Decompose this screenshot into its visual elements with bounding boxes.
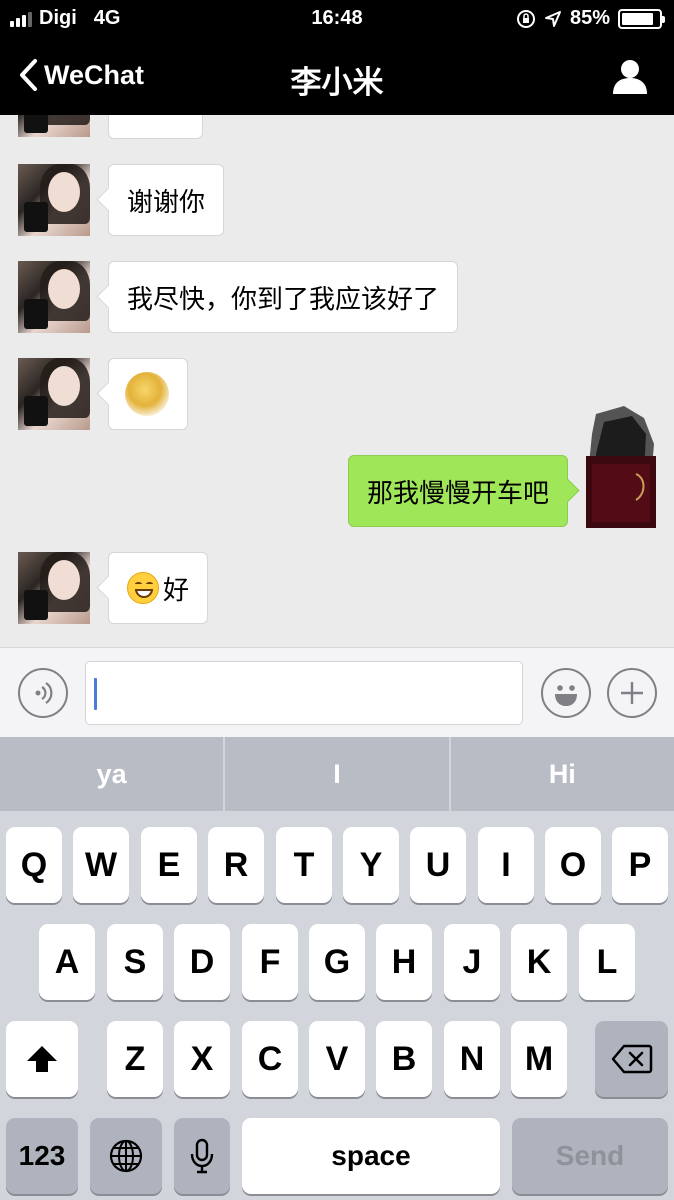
battery-percent: 85% xyxy=(569,7,610,29)
key-y[interactable]: Y xyxy=(343,827,399,903)
suggestion-3[interactable]: Hi xyxy=(448,737,674,811)
key-s[interactable]: S xyxy=(107,924,163,1000)
status-bar: Digi 4G 16:48 85% xyxy=(0,0,674,38)
contact-avatar[interactable] xyxy=(18,115,90,137)
key-v[interactable]: V xyxy=(309,1021,365,1097)
key-b[interactable]: B xyxy=(376,1021,432,1097)
key-n[interactable]: N xyxy=(444,1021,500,1097)
keyboard: ya I Hi Q W E R T Y U I O P A S D F G H … xyxy=(0,737,674,1200)
key-j[interactable]: J xyxy=(444,924,500,1000)
message-bubble[interactable] xyxy=(108,115,203,139)
contact-profile-icon[interactable] xyxy=(610,56,650,96)
voice-waves-icon xyxy=(35,682,53,704)
key-a[interactable]: A xyxy=(39,924,95,1000)
voice-input-button[interactable] xyxy=(18,668,68,718)
send-key[interactable]: Send xyxy=(512,1118,668,1194)
message-bubble[interactable]: 谢谢你 xyxy=(108,164,225,236)
dictation-key[interactable] xyxy=(174,1118,230,1194)
key-r[interactable]: R xyxy=(208,827,264,903)
globe-icon xyxy=(109,1139,143,1173)
numbers-key[interactable]: 123 xyxy=(6,1118,78,1194)
composer-bar xyxy=(0,647,674,737)
key-d[interactable]: D xyxy=(174,924,230,1000)
key-k[interactable]: K xyxy=(511,924,567,1000)
plus-icon xyxy=(621,682,643,704)
self-avatar[interactable] xyxy=(584,404,658,528)
key-g[interactable]: G xyxy=(309,924,365,1000)
key-q[interactable]: Q xyxy=(6,827,62,903)
delete-key[interactable] xyxy=(595,1021,668,1097)
key-x[interactable]: X xyxy=(174,1021,230,1097)
smiley-icon xyxy=(555,685,577,706)
key-m[interactable]: M xyxy=(511,1021,567,1097)
orientation-lock-icon xyxy=(516,9,535,28)
microphone-icon xyxy=(190,1138,214,1174)
key-l[interactable]: L xyxy=(579,924,635,1000)
grinning-face-emoji-icon xyxy=(127,572,159,604)
contact-avatar[interactable] xyxy=(18,358,90,430)
location-arrow-icon xyxy=(544,10,561,27)
globe-key[interactable] xyxy=(90,1118,162,1194)
outgoing-message-bubble[interactable]: 那我慢慢开车吧 xyxy=(347,455,568,527)
key-e[interactable]: E xyxy=(141,827,197,903)
key-i[interactable]: I xyxy=(478,827,534,903)
emoji-button[interactable] xyxy=(541,668,591,718)
message-text: 好 xyxy=(163,574,190,605)
message-bubble[interactable]: 好 xyxy=(108,552,209,624)
key-t[interactable]: T xyxy=(276,827,332,903)
contact-avatar[interactable] xyxy=(18,261,90,333)
sticker-message[interactable] xyxy=(108,358,188,430)
key-u[interactable]: U xyxy=(410,827,466,903)
key-f[interactable]: F xyxy=(242,924,298,1000)
key-z[interactable]: Z xyxy=(107,1021,163,1097)
predictive-bar: ya I Hi xyxy=(0,737,674,811)
battery-icon xyxy=(618,8,665,29)
key-w[interactable]: W xyxy=(73,827,129,903)
message-text: 谢谢你 xyxy=(127,186,206,217)
message-text: 那我慢慢开车吧 xyxy=(366,477,549,508)
key-h[interactable]: H xyxy=(376,924,432,1000)
space-key[interactable]: space xyxy=(242,1118,500,1194)
send-label: Send xyxy=(555,1140,625,1171)
message-input[interactable] xyxy=(85,661,523,725)
contact-avatar[interactable] xyxy=(18,552,90,624)
shift-arrow-icon xyxy=(27,1046,57,1072)
backspace-icon xyxy=(611,1044,652,1074)
contact-avatar[interactable] xyxy=(18,164,90,236)
more-options-button[interactable] xyxy=(607,668,657,718)
shift-key[interactable] xyxy=(6,1021,78,1097)
chat-header: WeChat 李小米 xyxy=(0,38,674,115)
key-p[interactable]: P xyxy=(612,827,668,903)
suggestion-1[interactable]: ya xyxy=(0,737,223,811)
gold-glitter-sticker-icon xyxy=(125,372,169,416)
suggestion-2[interactable]: I xyxy=(223,737,448,811)
message-bubble[interactable]: 我尽快，你到了我应该好了 xyxy=(108,261,459,333)
key-c[interactable]: C xyxy=(242,1021,298,1097)
text-cursor xyxy=(94,678,97,710)
message-text: 我尽快，你到了我应该好了 xyxy=(127,283,440,314)
page-title: 李小米 xyxy=(290,65,384,100)
key-o[interactable]: O xyxy=(545,827,601,903)
message-list[interactable]: 谢谢你 我尽快，你到了我应该好了 那我慢慢开车吧 好 xyxy=(0,115,674,647)
